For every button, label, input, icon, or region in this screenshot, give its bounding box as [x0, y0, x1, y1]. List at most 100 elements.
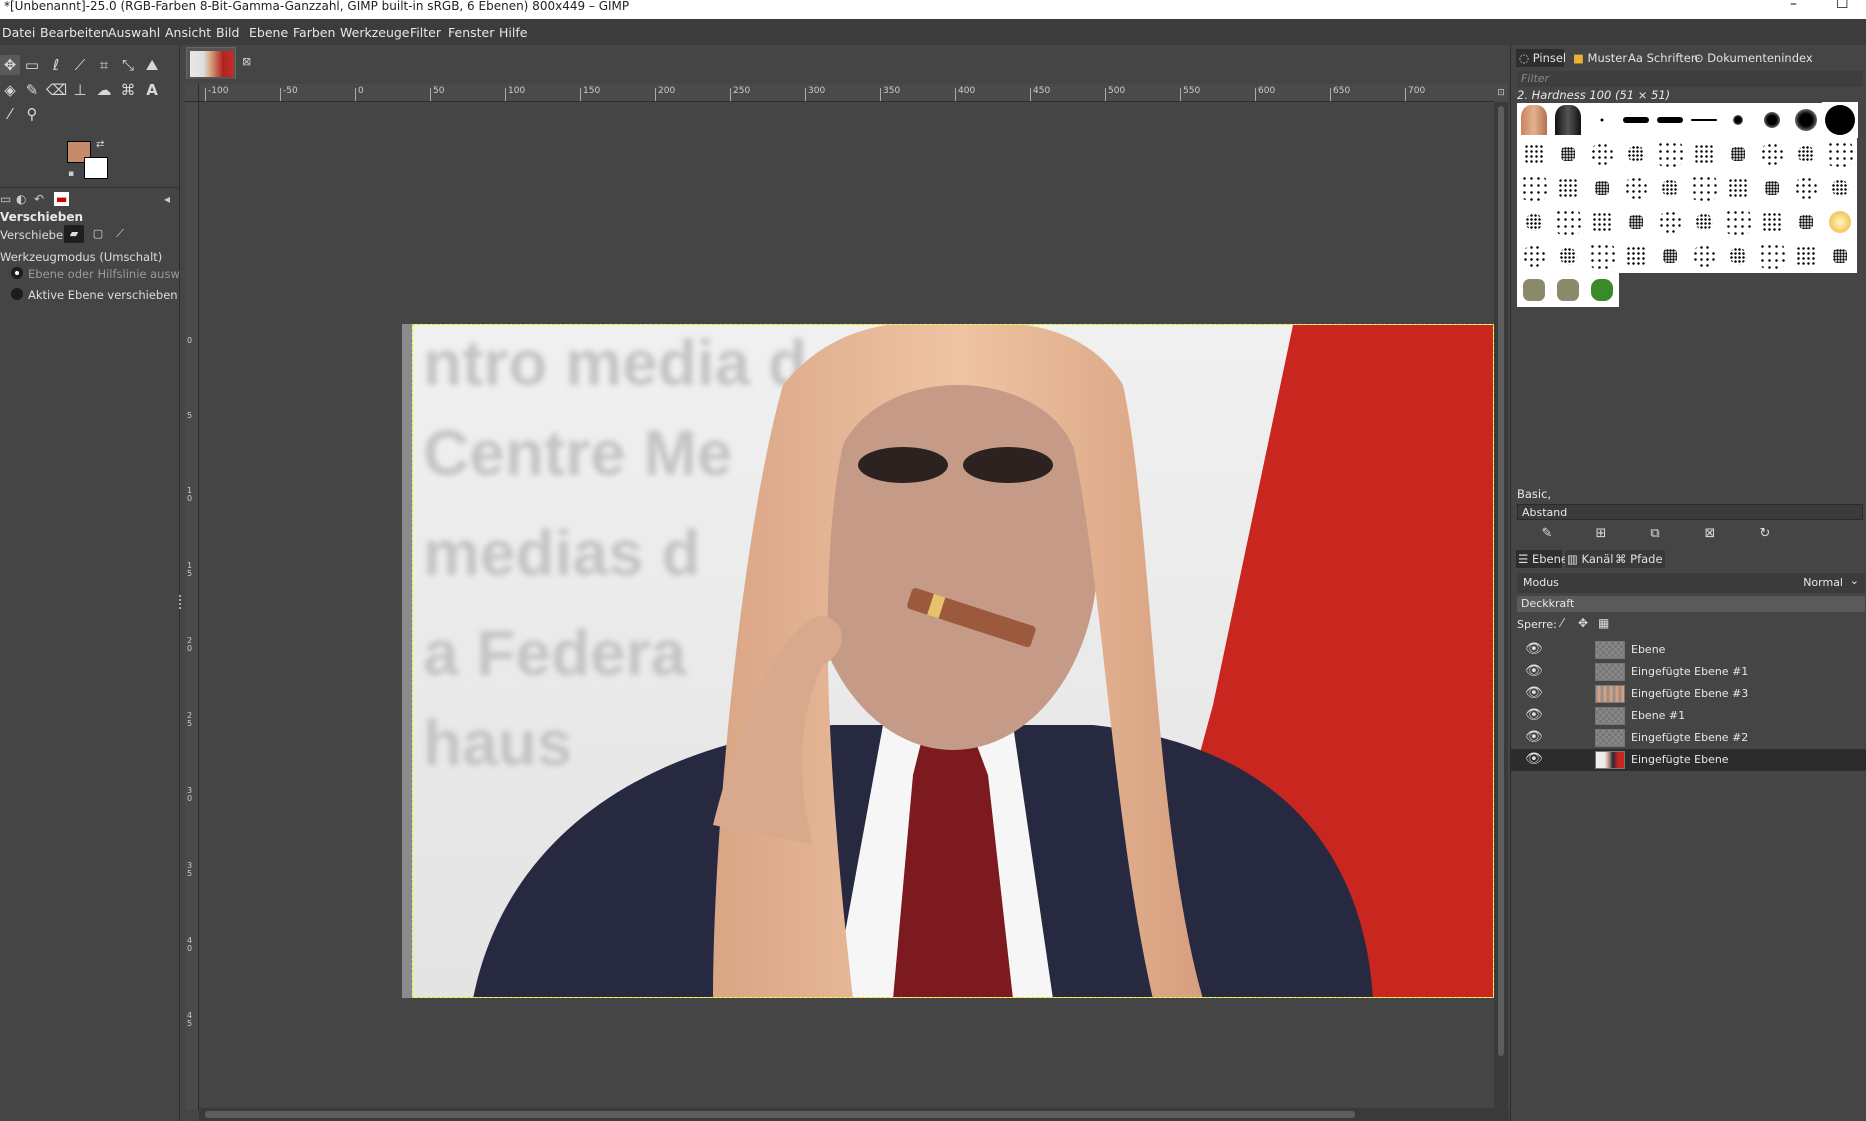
eye-visibility-icon[interactable]: 👁︎: [1525, 729, 1543, 745]
swap-colors-icon[interactable]: ⇄: [96, 139, 104, 150]
brush-thumbnail[interactable]: [1823, 137, 1857, 171]
lasso-icon[interactable]: ℓ: [46, 55, 66, 75]
brush-thumbnail[interactable]: [1551, 273, 1585, 307]
duplicate-brush-icon[interactable]: ⧉: [1645, 525, 1665, 543]
brush-thumbnail[interactable]: [1517, 205, 1551, 239]
pane-resize-handle[interactable]: [179, 595, 181, 609]
warp-icon[interactable]: ⛰: [142, 55, 162, 75]
refresh-brushes-icon[interactable]: ↻: [1755, 525, 1775, 543]
new-brush-icon[interactable]: ⊞: [1591, 525, 1611, 543]
move-selection-toggle[interactable]: ▢: [88, 225, 108, 243]
undo-history-tab-icon[interactable]: ↶: [34, 192, 44, 206]
maximize-button[interactable]: ☐: [1836, 0, 1849, 11]
layer-row[interactable]: 👁︎ Eingefügte Ebene #3: [1511, 683, 1866, 705]
brush-thumbnail[interactable]: [1517, 137, 1551, 171]
lock-alpha-icon[interactable]: ▦: [1598, 616, 1609, 630]
menu-hilfe[interactable]: Hilfe: [499, 25, 527, 40]
brush-thumbnail[interactable]: [1755, 103, 1789, 137]
edit-brush-icon[interactable]: ✎: [1537, 525, 1557, 543]
brush-thumbnail[interactable]: [1789, 171, 1823, 205]
configure-tab-icon[interactable]: ◂: [164, 192, 170, 206]
menu-fenster[interactable]: Fenster: [448, 25, 494, 40]
menu-ansicht[interactable]: Ansicht: [165, 25, 211, 40]
menu-farben[interactable]: Farben: [293, 25, 335, 40]
brush-thumbnail[interactable]: [1551, 171, 1585, 205]
brush-grid[interactable]: [1517, 102, 1858, 310]
rect-select-icon[interactable]: ▭: [22, 55, 42, 75]
crop-icon[interactable]: ⌗: [94, 55, 114, 75]
brush-thumbnail[interactable]: [1755, 137, 1789, 171]
menu-ebene[interactable]: Ebene: [249, 25, 288, 40]
minimize-button[interactable]: –: [1790, 0, 1797, 11]
move-layer-toggle[interactable]: ▰: [64, 225, 84, 243]
brush-thumbnail[interactable]: [1687, 103, 1721, 137]
tool-options-tab-icon[interactable]: ▭: [0, 192, 11, 206]
brush-thumbnail[interactable]: [1687, 205, 1721, 239]
image-tab[interactable]: [186, 47, 236, 79]
brush-thumbnail[interactable]: [1653, 103, 1687, 137]
menu-bearbeiten[interactable]: Bearbeiten: [40, 25, 109, 40]
move-path-toggle[interactable]: ⟋: [110, 225, 130, 243]
horizontal-scroll-thumb[interactable]: [205, 1111, 1355, 1118]
menu-filter[interactable]: Filter: [410, 25, 441, 40]
brush-thumbnail[interactable]: [1619, 137, 1653, 171]
background-color-swatch[interactable]: [84, 157, 108, 179]
brush-thumbnail[interactable]: [1687, 137, 1721, 171]
navigate-button[interactable]: ⊡: [1494, 84, 1508, 102]
lock-position-icon[interactable]: ✥: [1578, 616, 1588, 630]
brush-thumbnail[interactable]: [1585, 239, 1619, 273]
brush-thumbnail[interactable]: [1619, 205, 1653, 239]
brush-thumbnail[interactable]: [1551, 205, 1585, 239]
close-tab-icon[interactable]: ⊠: [242, 55, 251, 68]
menu-datei[interactable]: Datei: [2, 25, 35, 40]
brush-thumbnail[interactable]: [1789, 103, 1823, 137]
horizontal-scrollbar[interactable]: [199, 1108, 1509, 1121]
brush-thumbnail[interactable]: [1823, 239, 1857, 273]
vertical-ruler[interactable]: 0 5 1 0 1 5 2 0 2 5 3 0 3 5 4 0 4 5: [185, 102, 199, 1110]
brush-thumbnail[interactable]: [1653, 171, 1687, 205]
brush-thumbnail[interactable]: [1789, 239, 1823, 273]
radio-pick-layer[interactable]: [11, 267, 23, 279]
brush-thumbnail[interactable]: [1653, 205, 1687, 239]
brush-thumbnail[interactable]: [1721, 137, 1755, 171]
transform-icon[interactable]: ⤡: [118, 55, 138, 75]
paintbrush-icon[interactable]: ✎: [22, 80, 42, 100]
ruler-corner[interactable]: [185, 84, 199, 102]
eye-visibility-icon[interactable]: 👁︎: [1525, 751, 1543, 767]
brush-thumbnail[interactable]: [1789, 205, 1823, 239]
brush-spacing-slider[interactable]: Abstand: [1517, 504, 1863, 520]
brush-thumbnail[interactable]: [1721, 171, 1755, 205]
tab-paths[interactable]: ⌘ Pfade: [1613, 550, 1665, 568]
brush-thumbnail[interactable]: [1517, 171, 1551, 205]
eye-visibility-icon[interactable]: 👁︎: [1525, 707, 1543, 723]
layer-row[interactable]: 👁︎ Eingefügte Ebene #1: [1511, 661, 1866, 683]
canvas-area[interactable]: ntro media d Centre Me medias d a Federa…: [199, 102, 1494, 1108]
brush-filter-input[interactable]: Filter: [1517, 71, 1863, 87]
fuzzy-select-icon[interactable]: ⟋: [70, 55, 90, 75]
smudge-icon[interactable]: ☁: [94, 80, 114, 100]
brush-thumbnail[interactable]: [1619, 239, 1653, 273]
brush-thumbnail[interactable]: [1687, 239, 1721, 273]
brush-thumbnail[interactable]: [1721, 239, 1755, 273]
brush-thumbnail[interactable]: [1585, 205, 1619, 239]
move-tool-icon[interactable]: ✥: [0, 55, 20, 75]
reset-colors-icon[interactable]: ▪: [68, 169, 74, 179]
brush-thumbnail[interactable]: [1585, 137, 1619, 171]
brush-thumbnail[interactable]: [1551, 137, 1585, 171]
layer-mode-select[interactable]: Modus Normal ⌄: [1517, 573, 1865, 593]
horizontal-ruler[interactable]: -100 -50 0 50 100 150 200 250 300 350 400 450 500 550…: [199, 84, 1507, 102]
brush-thumbnail[interactable]: [1585, 171, 1619, 205]
tab-brushes[interactable]: ◌ Pinsel: [1516, 49, 1566, 67]
brush-thumbnail[interactable]: [1721, 205, 1755, 239]
text-tool-icon[interactable]: A: [142, 80, 162, 100]
zoom-icon[interactable]: ⚲: [22, 104, 42, 124]
brush-thumbnail[interactable]: [1619, 103, 1653, 137]
layer-row[interactable]: 👁︎ Eingefügte Ebene: [1511, 749, 1866, 771]
delete-brush-icon[interactable]: ⊠: [1700, 525, 1720, 543]
tab-layers[interactable]: ☰ Ebenen: [1516, 550, 1575, 568]
eraser-icon[interactable]: ⌫: [46, 80, 67, 100]
tab-patterns[interactable]: ■ Muster: [1573, 49, 1627, 67]
eye-visibility-icon[interactable]: 👁︎: [1525, 663, 1543, 679]
brush-thumbnail[interactable]: [1822, 102, 1858, 138]
menu-bild[interactable]: Bild: [216, 25, 239, 40]
